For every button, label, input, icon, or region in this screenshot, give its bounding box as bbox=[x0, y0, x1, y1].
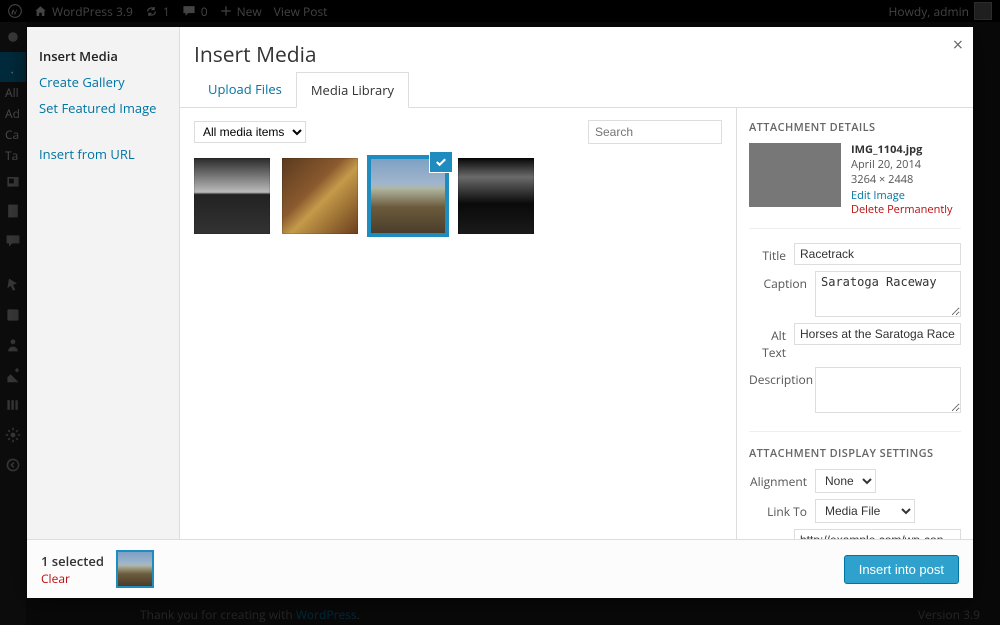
details-heading: ATTACHMENT DETAILS bbox=[749, 120, 961, 135]
attachment-thumb-0[interactable] bbox=[194, 158, 270, 234]
label-linkto: Link To bbox=[749, 499, 815, 520]
modal-frame-menu: Insert Media Create Gallery Set Featured… bbox=[27, 27, 180, 539]
modal-title: Insert Media bbox=[180, 27, 973, 71]
select-linkto[interactable]: Media File bbox=[815, 499, 915, 523]
selection-count: 1 selected bbox=[41, 552, 104, 570]
label-linkurl bbox=[749, 529, 794, 533]
menu-set-featured-image[interactable]: Set Featured Image bbox=[27, 95, 179, 121]
check-icon[interactable] bbox=[430, 152, 452, 172]
label-alignment: Alignment bbox=[749, 469, 815, 490]
close-icon[interactable]: × bbox=[953, 33, 963, 57]
insert-into-post-button[interactable]: Insert into post bbox=[844, 555, 959, 584]
clear-selection[interactable]: Clear bbox=[41, 570, 104, 587]
insert-media-modal: Insert Media Create Gallery Set Featured… bbox=[27, 27, 973, 598]
attachment-thumb-3[interactable] bbox=[458, 158, 534, 234]
attachment-thumb bbox=[749, 143, 841, 207]
input-link-url[interactable] bbox=[794, 529, 961, 539]
display-heading: ATTACHMENT DISPLAY SETTINGS bbox=[749, 431, 961, 461]
edit-image-link[interactable]: Edit Image bbox=[851, 189, 953, 204]
tab-media-library[interactable]: Media Library bbox=[296, 72, 409, 108]
tab-upload-files[interactable]: Upload Files bbox=[194, 72, 296, 108]
attachment-date: April 20, 2014 bbox=[851, 158, 953, 173]
modal-tabs: Upload Files Media Library bbox=[180, 71, 973, 108]
attachment-thumb-2[interactable] bbox=[370, 158, 446, 234]
attachment-details: ATTACHMENT DETAILS IMG_1104.jpg April 20… bbox=[736, 108, 973, 539]
selection-thumb[interactable] bbox=[118, 552, 152, 586]
attachment-thumb-1[interactable] bbox=[282, 158, 358, 234]
menu-insert-media[interactable]: Insert Media bbox=[27, 43, 179, 69]
input-caption[interactable]: Saratoga Raceway bbox=[815, 271, 961, 317]
label-description: Description bbox=[749, 367, 815, 388]
select-alignment[interactable]: None bbox=[815, 469, 876, 493]
search-input[interactable] bbox=[588, 120, 722, 144]
menu-create-gallery[interactable]: Create Gallery bbox=[27, 69, 179, 95]
menu-insert-from-url[interactable]: Insert from URL bbox=[27, 141, 179, 167]
input-description[interactable] bbox=[815, 367, 961, 413]
filter-media-type[interactable]: All media items bbox=[194, 121, 306, 143]
input-alt[interactable] bbox=[794, 323, 961, 345]
attachments-browser: All media items bbox=[180, 108, 736, 539]
label-alt: Alt Text bbox=[749, 323, 794, 361]
delete-permanently-link[interactable]: Delete Permanently bbox=[851, 203, 953, 218]
label-title: Title bbox=[749, 243, 794, 264]
attachment-dimensions: 3264 × 2448 bbox=[851, 173, 953, 188]
attachment-filename: IMG_1104.jpg bbox=[851, 143, 953, 158]
modal-toolbar: 1 selected Clear Insert into post bbox=[27, 539, 973, 598]
input-title[interactable] bbox=[794, 243, 961, 265]
label-caption: Caption bbox=[749, 271, 815, 292]
